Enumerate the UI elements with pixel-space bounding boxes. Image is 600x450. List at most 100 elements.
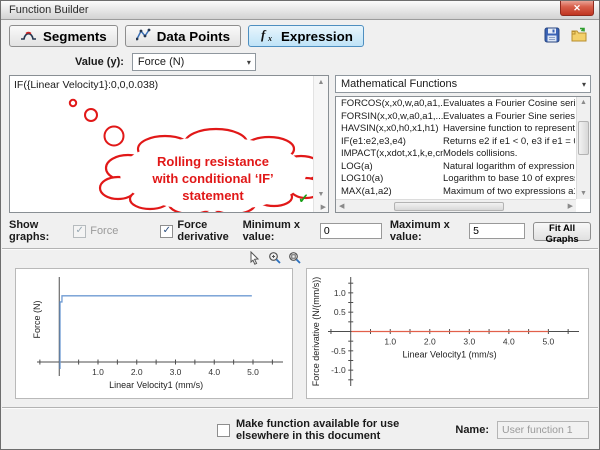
force-derivative-checkbox[interactable]: ✓ [160, 225, 173, 238]
max-x-input[interactable] [469, 223, 525, 239]
zoom-in-tool-button[interactable] [267, 251, 282, 265]
function-list-row[interactable]: LOG(a)Natural logarithm of expression a. [337, 161, 575, 174]
function-list-vscroll-thumb[interactable] [578, 121, 589, 155]
function-signature: HAVSIN(x,x0,h0,x1,h1) [337, 123, 443, 136]
function-builder-dialog: Function Builder ✕ Segments Data Points … [0, 0, 600, 450]
function-category-dropdown[interactable]: Mathematical Functions ▾ [335, 75, 591, 93]
force-checkbox: ✓ [73, 225, 86, 238]
function-description: Logarithm to base 10 of expression a. [443, 173, 575, 186]
function-description: Evaluates a Fourier Cosine series at a u… [443, 98, 575, 111]
svg-text:2.0: 2.0 [424, 337, 436, 347]
close-button[interactable]: ✕ [560, 1, 594, 16]
value-y-dropdown[interactable]: Force (N) ▾ [132, 53, 256, 71]
function-list-row[interactable]: HAVSIN(x,x0,h0,x1,h1)Haversine function … [337, 123, 575, 136]
check-icon: ✓ [163, 226, 171, 236]
footer-row: Make function available for use elsewher… [1, 409, 599, 442]
min-x-input[interactable] [320, 223, 382, 239]
function-signature: IF(e1:e2,e3,e4) [337, 136, 443, 149]
annotation-line-3: statement [182, 188, 244, 203]
scroll-up-icon[interactable]: ▲ [318, 79, 325, 86]
svg-text:-0.5: -0.5 [331, 346, 346, 356]
save-function-button[interactable] [542, 26, 562, 46]
scroll-down-icon[interactable]: ▼ [318, 191, 325, 198]
svg-text:3.0: 3.0 [463, 337, 475, 347]
value-row: Value (y): Force (N) ▾ [1, 51, 599, 75]
function-description: Evaluates a Fourier Sine series at a use… [443, 111, 575, 124]
pointer-tool-button[interactable] [247, 251, 262, 265]
scroll-right-icon[interactable]: ▶ [321, 203, 326, 211]
segments-icon [20, 28, 37, 44]
title-bar: Function Builder ✕ [1, 1, 599, 20]
dialog-buttons: OK Cancel Help [1, 442, 599, 450]
svg-text:Force derivative (N/(mm/s)): Force derivative (N/(mm/s)) [311, 277, 321, 387]
function-list-row[interactable]: LOG10(a)Logarithm to base 10 of expressi… [337, 173, 575, 186]
scroll-up-icon[interactable]: ▲ [580, 99, 587, 106]
function-signature: MAX(a1,a2) [337, 186, 443, 199]
annotation-cloud: Rolling resistance with conditional ‘IF’… [10, 76, 328, 212]
graph-toolbar [247, 251, 599, 266]
function-list-row[interactable]: MAX(a1,a2)Maximum of two expressions a1 … [337, 186, 575, 199]
expression-editor[interactable]: IF({Linear Velocity1}:0,0,0.038) [9, 75, 329, 213]
force-derivative-checkbox-label: Force derivative [177, 219, 242, 243]
function-signature: LOG10(a) [337, 173, 443, 186]
make-available-checkbox[interactable] [217, 424, 230, 437]
function-signature: IMPACT(x,xdot,x1,k,e,cmax,d) [337, 148, 443, 161]
tab-segments[interactable]: Segments [9, 25, 118, 47]
annotation-line-2: with conditional ‘IF’ [151, 171, 273, 186]
force-graph-box: 1.0 2.0 3.0 4.0 5.0 Linear Velocity1 (mm/s) Fo… [15, 268, 293, 399]
force-checkbox-label: Force [90, 225, 118, 237]
function-list-hscroll-thumb[interactable] [394, 202, 504, 211]
function-description: Natural logarithm of expression a. [443, 161, 575, 174]
tab-data-points[interactable]: Data Points [125, 25, 241, 47]
scroll-left-icon[interactable]: ◀ [339, 202, 344, 210]
function-description: Returns e2 if e1 < 0, e3 if e1 = 0, and … [443, 136, 575, 149]
svg-text:2.0: 2.0 [131, 367, 143, 377]
svg-text:1.0: 1.0 [92, 367, 104, 377]
function-list-row[interactable]: FORSIN(x,x0,w,a0,a1,...,a30)Evaluates a … [337, 111, 575, 124]
function-list-row[interactable]: FORCOS(x,x0,w,a0,a1,...,a30)Evaluates a … [337, 98, 575, 111]
name-label: Name: [455, 424, 489, 436]
function-list-horizontal-scrollbar[interactable]: ◀ ▶ [336, 199, 576, 212]
svg-text:Linear Velocity1 (mm/s): Linear Velocity1 (mm/s) [403, 350, 497, 360]
tab-expression[interactable]: fx Expression [248, 25, 364, 47]
svg-text:-1.0: -1.0 [331, 365, 346, 375]
svg-text:1.0: 1.0 [384, 337, 396, 347]
svg-text:f: f [261, 28, 267, 42]
function-list-row[interactable]: IF(e1:e2,e3,e4)Returns e2 if e1 < 0, e3 … [337, 136, 575, 149]
show-graphs-label: Show graphs: [9, 219, 65, 243]
tab-bar: Segments Data Points fx Expression [1, 20, 599, 51]
svg-text:Force (N): Force (N) [32, 301, 42, 339]
force-graph: 1.0 2.0 3.0 4.0 5.0 Linear Velocity1 (mm/s) Fo… [16, 269, 292, 397]
svg-text:4.0: 4.0 [208, 367, 220, 377]
annotation-line-1: Rolling resistance [157, 154, 269, 169]
svg-text:3.0: 3.0 [170, 367, 182, 377]
function-category-selected: Mathematical Functions [341, 78, 457, 90]
zoom-fit-tool-button[interactable] [287, 251, 302, 265]
expression-fx-icon: fx [259, 28, 275, 45]
expression-vertical-scrollbar[interactable]: ▲ ▼ [313, 76, 328, 212]
force-derivative-graph-box: 1.02.03.04.05.01.00.5-0.5-1.0Linear Velo… [306, 268, 589, 399]
tab-data-points-label: Data Points [157, 29, 230, 44]
function-list[interactable]: FORCOS(x,x0,w,a0,a1,...,a30)Evaluates a … [335, 96, 591, 213]
max-x-label: Maximum x value: [390, 219, 463, 243]
scroll-right-icon[interactable]: ▶ [568, 202, 573, 210]
svg-text:1.0: 1.0 [334, 288, 346, 298]
function-description: Models collisions. [443, 148, 575, 161]
svg-text:5.0: 5.0 [247, 367, 259, 377]
open-folder-icon [571, 27, 588, 46]
scroll-down-icon[interactable]: ▼ [580, 190, 587, 197]
save-icon [544, 27, 560, 46]
window-title: Function Builder [9, 1, 89, 16]
editor-panels: IF({Linear Velocity1}:0,0,0.038) [1, 75, 599, 213]
function-description: Haversine function to represent a smooth… [443, 123, 575, 136]
function-signature: FORSIN(x,x0,w,a0,a1,...,a30) [337, 111, 443, 124]
show-graphs-row: Show graphs: ✓ Force ✓ Force derivative … [1, 213, 599, 248]
make-available-label: Make function available for use elsewher… [236, 418, 455, 442]
fit-all-graphs-button[interactable]: Fit All Graphs [533, 222, 591, 241]
function-list-row[interactable]: IMPACT(x,xdot,x1,k,e,cmax,d)Models colli… [337, 148, 575, 161]
divider [2, 248, 598, 250]
import-function-button[interactable] [569, 26, 589, 46]
tab-expression-label: Expression [281, 29, 353, 44]
svg-text:Linear Velocity1 (mm/s): Linear Velocity1 (mm/s) [109, 380, 203, 390]
svg-text:x: x [267, 34, 272, 42]
